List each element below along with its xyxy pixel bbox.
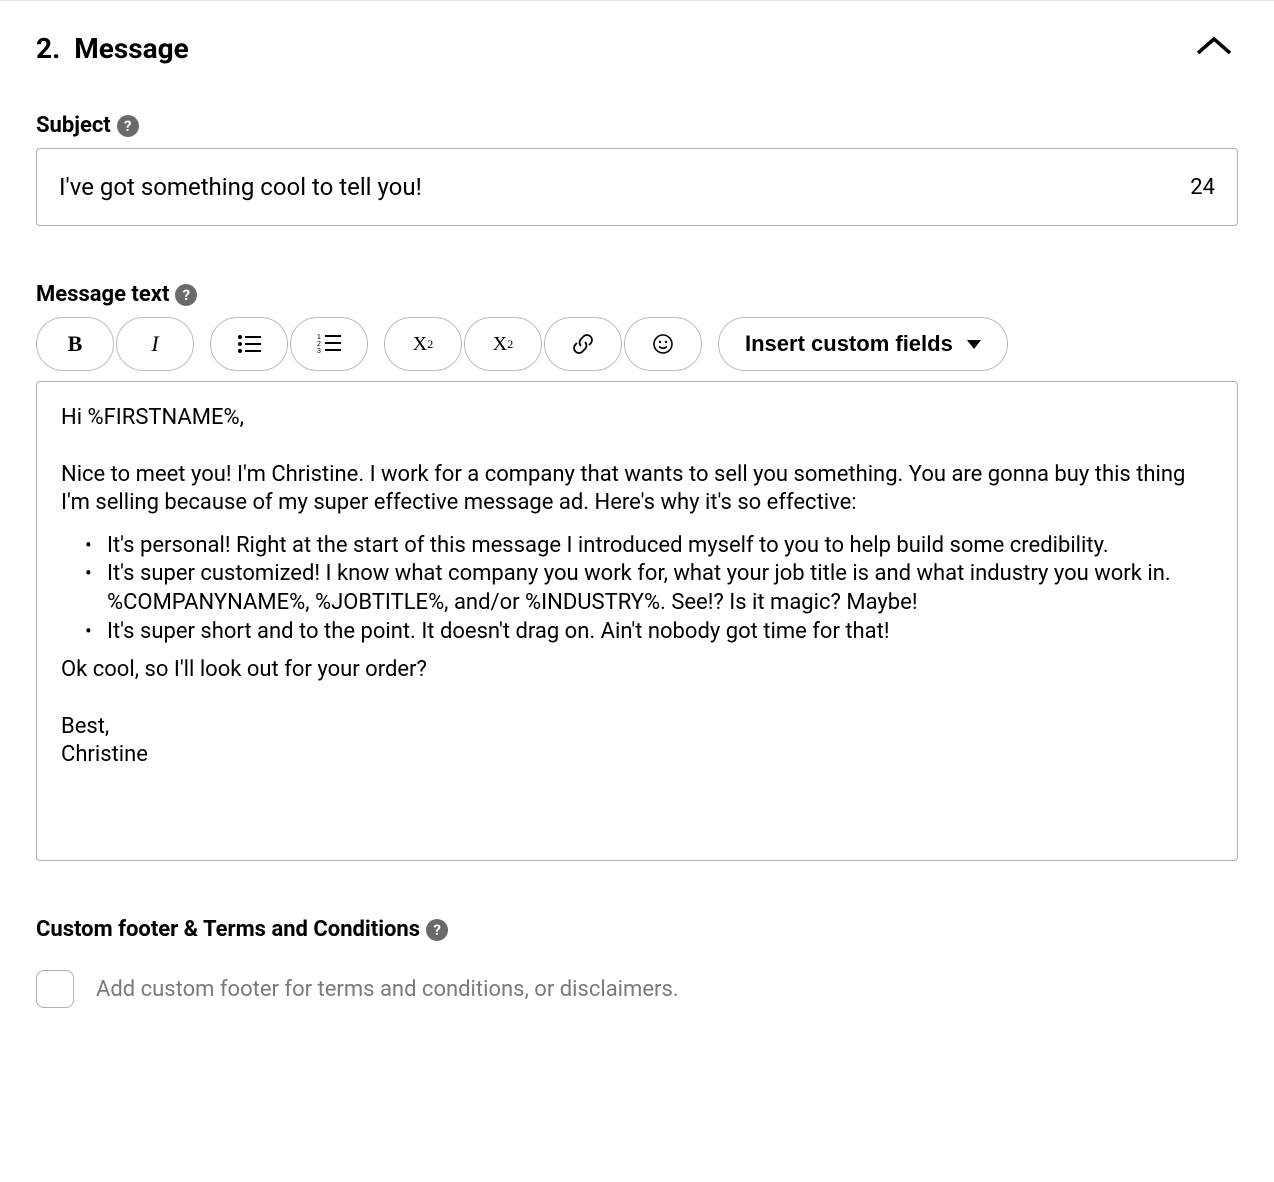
- custom-footer-field: Custom footer & Terms and Conditions ? A…: [36, 917, 1238, 1008]
- numbered-list-button[interactable]: 1 2 3: [290, 317, 368, 371]
- section-title: 2. Message: [36, 32, 189, 65]
- svg-text:1: 1: [317, 334, 321, 341]
- subscript-exp: 2: [507, 337, 513, 352]
- link-button[interactable]: [544, 317, 622, 371]
- subject-char-count: 24: [1178, 175, 1215, 200]
- message-text-label: Message text: [36, 282, 169, 307]
- custom-footer-label: Custom footer & Terms and Conditions: [36, 917, 420, 942]
- superscript-base: X: [413, 333, 427, 356]
- collapse-toggle[interactable]: [1190, 31, 1238, 65]
- superscript-button[interactable]: X2: [384, 317, 462, 371]
- editor-signoff-name: Christine: [61, 741, 1213, 770]
- help-icon[interactable]: ?: [175, 284, 197, 306]
- footer-checkbox[interactable]: [36, 970, 74, 1008]
- link-icon: [571, 332, 595, 356]
- editor-bullet-list: It's personal! Right at the start of thi…: [61, 532, 1213, 646]
- message-editor[interactable]: Hi %FIRSTNAME%, Nice to meet you! I'm Ch…: [36, 381, 1238, 861]
- editor-closing: Ok cool, so I'll look out for your order…: [61, 656, 1213, 685]
- subject-label: Subject: [36, 113, 111, 138]
- chevron-up-icon: [1194, 35, 1234, 57]
- custom-footer-label-row: Custom footer & Terms and Conditions ?: [36, 917, 1238, 942]
- subscript-base: X: [493, 333, 507, 356]
- numbered-list-icon: 1 2 3: [317, 334, 341, 354]
- subject-label-row: Subject ?: [36, 113, 1238, 138]
- editor-greeting: Hi %FIRSTNAME%,: [61, 404, 1213, 433]
- editor-bullet: It's super customized! I know what compa…: [85, 560, 1213, 617]
- svg-text:3: 3: [317, 348, 321, 354]
- subject-field: Subject ? 24: [36, 113, 1238, 226]
- subscript-button[interactable]: X2: [464, 317, 542, 371]
- message-text-label-row: Message text ?: [36, 282, 1238, 307]
- superscript-exp: 2: [427, 337, 433, 352]
- editor-intro: Nice to meet you! I'm Christine. I work …: [61, 461, 1213, 518]
- editor-bullet: It's personal! Right at the start of thi…: [85, 532, 1213, 561]
- svg-text:2: 2: [317, 341, 321, 348]
- editor-toolbar: B I 1 2 3 X2 X2: [36, 317, 1238, 371]
- section-title-text: Message: [74, 32, 189, 65]
- caret-down-icon: [967, 340, 981, 349]
- message-text-field: Message text ? B I 1 2 3: [36, 282, 1238, 861]
- section-number: 2.: [36, 32, 60, 65]
- insert-custom-fields-button[interactable]: Insert custom fields: [718, 317, 1008, 371]
- footer-checkbox-label: Add custom footer for terms and conditio…: [96, 977, 679, 1002]
- editor-signoff: Best,: [61, 713, 1213, 742]
- subject-input[interactable]: [59, 173, 1178, 201]
- bold-button[interactable]: B: [36, 317, 114, 371]
- emoji-icon: [652, 333, 674, 355]
- footer-checkbox-row: Add custom footer for terms and conditio…: [36, 970, 1238, 1008]
- bullet-list-button[interactable]: [210, 317, 288, 371]
- help-icon[interactable]: ?: [117, 115, 139, 137]
- subject-input-wrap: 24: [36, 148, 1238, 226]
- editor-bullet: It's super short and to the point. It do…: [85, 618, 1213, 647]
- bullet-list-icon: [237, 334, 261, 354]
- help-icon[interactable]: ?: [426, 919, 448, 941]
- emoji-button[interactable]: [624, 317, 702, 371]
- section-header: 2. Message: [36, 1, 1238, 65]
- italic-button[interactable]: I: [116, 317, 194, 371]
- custom-fields-label: Insert custom fields: [745, 331, 953, 357]
